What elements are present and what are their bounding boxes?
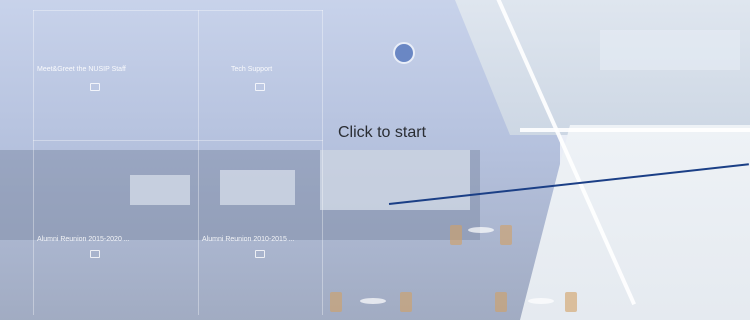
photo-divider bbox=[520, 128, 750, 132]
window-strip bbox=[320, 150, 470, 210]
booth-label: Alumni Reunion 2015-2020 ... bbox=[37, 236, 130, 243]
window-strip bbox=[130, 175, 190, 205]
booth-label: Alumni Reunion 2010-2015 ... bbox=[202, 236, 295, 243]
grid-line bbox=[198, 10, 199, 315]
table bbox=[528, 298, 554, 304]
virtual-venue-scene[interactable]: Meet&Greet the NUSIP Staff Tech Support … bbox=[0, 0, 750, 320]
calendar-icon[interactable] bbox=[90, 250, 100, 258]
chair bbox=[500, 225, 512, 245]
chair bbox=[330, 292, 342, 312]
chair bbox=[400, 292, 412, 312]
chair bbox=[495, 292, 507, 312]
chair bbox=[450, 225, 462, 245]
grid-line bbox=[33, 10, 323, 11]
table bbox=[468, 227, 494, 233]
window-strip bbox=[220, 170, 295, 205]
table bbox=[360, 298, 386, 304]
grid-line bbox=[33, 10, 34, 315]
calendar-icon[interactable] bbox=[255, 83, 265, 91]
booth-label: Meet&Greet the NUSIP Staff bbox=[37, 66, 126, 73]
booth-label: Tech Support bbox=[231, 66, 273, 73]
grid-line bbox=[322, 10, 323, 315]
calendar-icon[interactable] bbox=[255, 250, 265, 258]
chair bbox=[565, 292, 577, 312]
grid-line bbox=[33, 140, 323, 141]
calendar-icon[interactable] bbox=[90, 83, 100, 91]
window-strip bbox=[600, 30, 740, 70]
clock-tower-icon bbox=[393, 42, 415, 64]
start-prompt[interactable]: Click to start bbox=[338, 124, 426, 142]
